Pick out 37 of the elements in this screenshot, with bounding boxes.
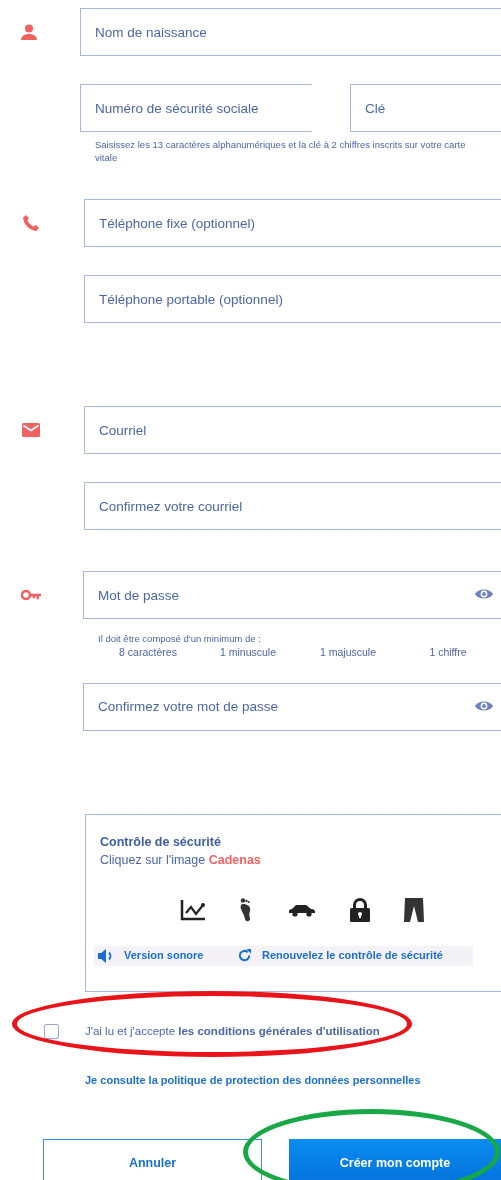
- chart-icon[interactable]: [180, 898, 206, 921]
- phone-field[interactable]: Téléphone fixe (optionnel): [84, 199, 501, 247]
- rule-text: 1 minuscule: [220, 645, 276, 660]
- rules-title: Il doit être composé d'un minimum de :: [98, 633, 262, 645]
- cancel-button[interactable]: Annuler: [43, 1138, 262, 1180]
- person-icon: [21, 24, 37, 40]
- security-title: Contrôle de sécurité: [100, 833, 222, 851]
- phone-icon: [23, 215, 39, 231]
- checkbox[interactable]: [44, 1024, 59, 1040]
- refresh-link[interactable]: Renouvelez le contrôle de sécurité: [233, 947, 443, 964]
- eye-icon[interactable]: [475, 699, 493, 712]
- key-field[interactable]: Clé: [350, 84, 501, 132]
- key-icon: [20, 590, 41, 600]
- refresh-icon: [237, 948, 252, 963]
- create-account-button[interactable]: Créer mon compte: [289, 1138, 501, 1180]
- password-field[interactable]: Confirmez votre mot de passe: [83, 682, 501, 731]
- rule-text: 1 majuscule: [320, 645, 376, 660]
- speaker-icon: [98, 948, 114, 963]
- terms-text: J'ai lu et j'accepte les conditions générales d'utilisation: [85, 1024, 380, 1040]
- hint-text: Saisissez les 13 caractères alphanumériques et la clé à 2 chiffres inscrits sur votre carte vitale: [95, 138, 467, 164]
- terms-link[interactable]: les conditions générales d'utilisation: [178, 1025, 380, 1038]
- privacy-link[interactable]: Je consulte la politique de protection des données personnelles: [85, 1071, 421, 1089]
- name-field[interactable]: Nom de naissance: [80, 8, 501, 56]
- car-icon[interactable]: [288, 902, 316, 917]
- social-security-field[interactable]: Numéro de sécurité sociale: [80, 84, 312, 132]
- envelope-icon: [22, 423, 40, 437]
- trousers-icon[interactable]: [404, 897, 424, 922]
- phone-field[interactable]: Téléphone portable (optionnel): [84, 275, 501, 323]
- rule-text: 8 caractères: [119, 645, 177, 660]
- email-field[interactable]: Courriel: [84, 406, 501, 454]
- email-field[interactable]: Confirmez votre courriel: [84, 482, 501, 530]
- rule-text: 1 chiffre: [429, 645, 467, 660]
- audio-link[interactable]: Version sonore: [94, 947, 233, 964]
- eye-icon[interactable]: [475, 588, 493, 600]
- padlock-icon[interactable]: [350, 897, 370, 922]
- password-field[interactable]: Mot de passe: [83, 571, 501, 619]
- instruction-text: Cliquez sur l'image Cadenas: [100, 851, 262, 869]
